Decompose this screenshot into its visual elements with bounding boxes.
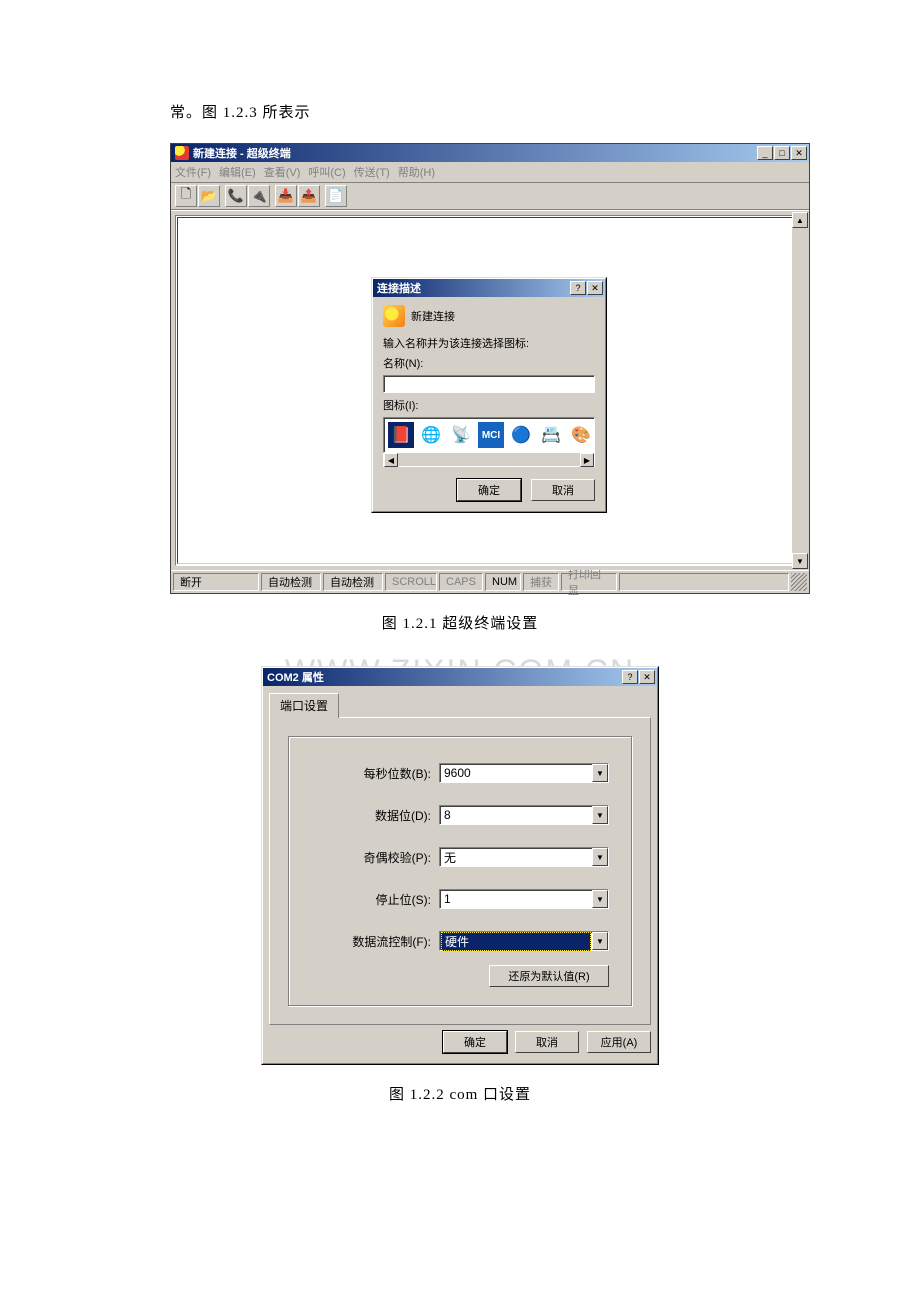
restore-defaults-button[interactable]: 还原为默认值(R) [489,965,609,987]
databits-value: 8 [440,808,592,822]
icon-scroll-left-icon[interactable]: ◀ [384,453,398,467]
status-capture: 捕获 [523,573,559,591]
name-label: 名称(N): [383,355,595,371]
flowcontrol-value: 硬件 [441,932,591,951]
stopbits-combo[interactable]: 1 ▼ [439,889,609,909]
intro-text: 常。图 1.2.3 所表示 [170,100,750,127]
icon-scroll-right-icon[interactable]: ▶ [580,453,594,467]
conn-icon-3[interactable]: MCI [478,422,504,448]
status-scroll: SCROLL [385,573,437,591]
dialog-title: 连接描述 [377,280,421,296]
parity-label: 奇偶校验(P): [321,849,431,866]
parity-combo[interactable]: 无 ▼ [439,847,609,867]
scroll-down-icon[interactable]: ▼ [792,553,808,569]
bps-label: 每秒位数(B): [321,765,431,782]
menu-file[interactable]: 文件(F) [175,164,211,180]
chevron-down-icon[interactable]: ▼ [592,890,608,908]
chevron-down-icon[interactable]: ▼ [592,848,608,866]
menu-transfer[interactable]: 传送(T) [354,164,390,180]
toolbar-properties-icon[interactable]: 📄 [325,185,347,207]
maximize-button[interactable]: □ [774,146,790,160]
resize-grip-icon[interactable] [791,573,807,591]
window-title: 新建连接 - 超级终端 [193,145,291,161]
databits-combo[interactable]: 8 ▼ [439,805,609,825]
menu-edit[interactable]: 编辑(E) [219,164,256,180]
toolbar-receive-icon[interactable]: 📤 [298,185,320,207]
dialog-titlebar: 连接描述 ? ✕ [373,279,605,297]
bps-value: 9600 [440,766,592,780]
dialog-close-button[interactable]: ✕ [587,281,603,295]
tab-panel: 每秒位数(B): 9600 ▼ 数据位(D): 8 ▼ [269,717,651,1025]
tab-port-settings[interactable]: 端口设置 [269,693,339,718]
com-close-button[interactable]: ✕ [639,670,655,684]
close-button[interactable]: ✕ [791,146,807,160]
chevron-down-icon[interactable]: ▼ [592,764,608,782]
status-connection: 断开 [173,573,259,591]
icon-chooser[interactable]: 📕 🌐 📡 MCI 🔵 📇 🎨 [383,417,595,453]
conn-icon-6[interactable]: 🎨 [568,422,594,448]
toolbar-open-icon[interactable]: 📂 [198,185,220,207]
minimize-button[interactable]: _ [757,146,773,160]
conn-icon-4[interactable]: 🔵 [508,422,534,448]
menu-help[interactable]: 帮助(H) [398,164,435,180]
conn-icon-5[interactable]: 📇 [538,422,564,448]
dialog-ok-button[interactable]: 确定 [457,479,521,501]
stopbits-value: 1 [440,892,592,906]
flowcontrol-label: 数据流控制(F): [321,933,431,950]
menu-view[interactable]: 查看(V) [264,164,301,180]
conn-icon-2[interactable]: 📡 [448,422,474,448]
icon-label: 图标(I): [383,397,595,413]
vertical-scrollbar[interactable]: ▲ ▼ [792,212,808,569]
chevron-down-icon[interactable]: ▼ [592,932,608,950]
connection-description-dialog: 连接描述 ? ✕ 新建连接 输入名称并为该连接选择图标: 名称( [371,277,607,513]
hyperterminal-window: 新建连接 - 超级终端 _ □ ✕ 文件(F) 编辑(E) 查看(V) 呼叫(C… [170,143,810,594]
dialog-cancel-button[interactable]: 取消 [531,479,595,501]
figure-caption-2: 图 1.2.2 com 口设置 [170,1083,750,1104]
settings-group: 每秒位数(B): 9600 ▼ 数据位(D): 8 ▼ [288,736,632,1006]
new-connection-label: 新建连接 [411,308,455,324]
toolbar-send-icon[interactable]: 📥 [275,185,297,207]
toolbar-new-icon[interactable]: 🗋 [175,185,197,207]
status-caps: CAPS [439,573,483,591]
dialog-prompt: 输入名称并为该连接选择图标: [383,335,595,351]
menu-call[interactable]: 呼叫(C) [308,164,345,180]
flowcontrol-combo[interactable]: 硬件 ▼ [439,931,609,951]
dialog-help-button[interactable]: ? [570,281,586,295]
connection-name-input[interactable] [383,375,595,393]
com-cancel-button[interactable]: 取消 [515,1031,579,1053]
menubar: 文件(F) 编辑(E) 查看(V) 呼叫(C) 传送(T) 帮助(H) [171,162,809,183]
toolbar: 🗋 📂 📞 🔌 📥 📤 📄 [171,183,809,210]
com-apply-button[interactable]: 应用(A) [587,1031,651,1053]
figure-caption-1: 图 1.2.1 超级终端设置 [170,612,750,633]
com-help-button[interactable]: ? [622,670,638,684]
toolbar-connect-icon[interactable]: 📞 [225,185,247,207]
app-icon [175,146,189,160]
status-autodetect1: 自动检测 [261,573,321,591]
databits-label: 数据位(D): [321,807,431,824]
parity-value: 无 [440,849,592,866]
conn-icon-1[interactable]: 🌐 [418,422,444,448]
status-num: NUM [485,573,521,591]
com-ok-button[interactable]: 确定 [443,1031,507,1053]
statusbar: 断开 自动检测 自动检测 SCROLL CAPS NUM 捕获 打印回显 [171,570,809,593]
new-connection-icon [383,305,405,327]
com-titlebar: COM2 属性 ? ✕ [263,668,657,686]
status-autodetect2: 自动检测 [323,573,383,591]
icon-scrollbar[interactable]: ◀ ▶ [383,453,595,467]
status-echo: 打印回显 [561,573,617,591]
chevron-down-icon[interactable]: ▼ [592,806,608,824]
client-area: ▲ ▼ 连接描述 ? ✕ [171,210,809,570]
conn-icon-0[interactable]: 📕 [388,422,414,448]
bps-combo[interactable]: 9600 ▼ [439,763,609,783]
stopbits-label: 停止位(S): [321,891,431,908]
com-title: COM2 属性 [267,669,324,685]
toolbar-disconnect-icon[interactable]: 🔌 [248,185,270,207]
com-properties-dialog: COM2 属性 ? ✕ 端口设置 每秒位数(B): 9600 ▼ [261,666,659,1065]
scroll-up-icon[interactable]: ▲ [792,212,808,228]
hyperterminal-titlebar: 新建连接 - 超级终端 _ □ ✕ [171,144,809,162]
